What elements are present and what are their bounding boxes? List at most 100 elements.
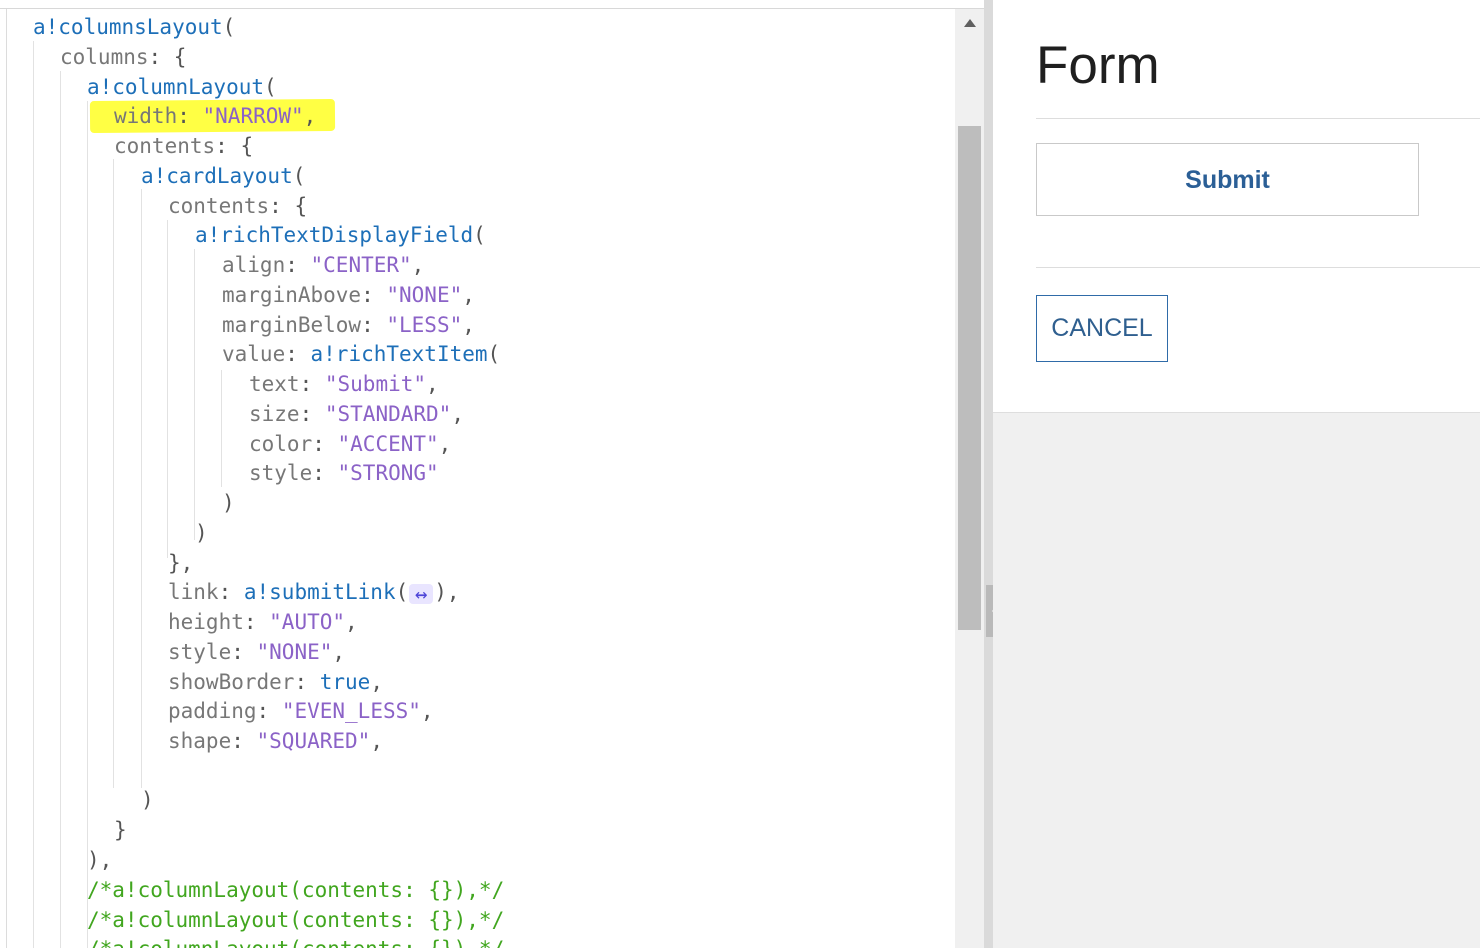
code-token-str: "AUTO" (269, 610, 346, 634)
form-title-divider (1036, 118, 1480, 119)
code-token-str: "NONE" (256, 640, 333, 664)
scrollbar-thumb[interactable] (958, 126, 981, 630)
code-token-key: link (168, 580, 219, 604)
indent-guide (60, 71, 61, 948)
code-line[interactable]: style: "STRONG" (249, 458, 439, 488)
preview-form-panel: Form Submit CANCEL (993, 0, 1480, 413)
form-title: Form (1036, 36, 1160, 95)
code-token-fn: a!submitLink (243, 580, 396, 604)
code-line[interactable]: text: "Submit", (249, 369, 439, 399)
code-token-str: "STRONG" (337, 461, 439, 485)
code-line[interactable]: a!columnLayout( (87, 72, 277, 102)
code-line[interactable]: /*a!columnLayout(contents: {}),*/ (87, 905, 504, 935)
code-token-punc: , (451, 402, 464, 426)
code-line[interactable]: }, (168, 548, 193, 578)
code-line[interactable]: width: "NARROW", (114, 101, 316, 131)
code-line[interactable]: ) (195, 518, 208, 548)
button-section-divider (1036, 267, 1480, 268)
code-token-key: shape (168, 729, 232, 753)
code-token-punc: ), (87, 848, 113, 872)
code-line[interactable]: height: "AUTO", (168, 607, 358, 637)
code-token-key: contents (168, 194, 270, 218)
code-token-punc: , (426, 372, 439, 396)
code-token-key: showBorder (168, 670, 295, 694)
code-line[interactable]: ), (87, 845, 112, 875)
code-token-punc: ( (395, 580, 409, 604)
code-token-key: size (249, 402, 300, 426)
code-line[interactable]: style: "NONE", (168, 637, 345, 667)
code-token-punc: , (462, 313, 475, 337)
code-line[interactable]: ) (222, 488, 235, 518)
code-line[interactable]: a!cardLayout( (141, 161, 305, 191)
code-token-punc: : (218, 580, 244, 604)
code-token-str: "CENTER" (310, 253, 412, 277)
code-token-punc: , (462, 283, 475, 307)
code-line[interactable]: columns: { (60, 42, 186, 72)
code-token-key: text (249, 372, 300, 396)
code-token-comment: /*a!columnLayout(contents: {}),*/ (87, 937, 504, 948)
code-line[interactable]: contents: { (168, 191, 307, 221)
code-line[interactable]: size: "STANDARD", (249, 399, 464, 429)
code-line[interactable]: shape: "SQUARED", (168, 726, 383, 756)
code-token-punc: : { (148, 45, 187, 69)
submit-label: Submit (1185, 166, 1270, 194)
code-token-punc: : { (269, 194, 308, 218)
code-token-key: align (222, 253, 286, 277)
code-line[interactable]: align: "CENTER", (222, 250, 424, 280)
code-token-bool: true (319, 670, 371, 694)
code-line[interactable]: a!richTextDisplayField( (195, 220, 486, 250)
indent-guide (167, 220, 168, 558)
indent-guide (33, 41, 34, 948)
code-line[interactable]: link: a!submitLink(↔), (168, 577, 460, 607)
code-token-punc: : (361, 283, 387, 307)
code-line[interactable]: padding: "EVEN_LESS", (168, 696, 434, 726)
code-token-punc: ( (292, 164, 306, 188)
code-token-fn: a!richTextDisplayField (195, 223, 474, 247)
code-token-punc: : (285, 342, 311, 366)
code-token-punc: , (438, 432, 452, 456)
code-token-key: columns (60, 45, 149, 69)
code-token-punc: : (299, 402, 325, 426)
code-line[interactable]: ) (141, 785, 154, 815)
code-token-punc: } (114, 818, 127, 842)
code-line[interactable]: } (114, 815, 127, 845)
code-line[interactable]: /*a!columnLayout(contents: {}),*/ (87, 875, 504, 905)
code-token-punc: : (299, 372, 325, 396)
code-line[interactable]: color: "ACCENT", (249, 429, 451, 459)
code-token-str: "NARROW" (202, 104, 304, 128)
code-token-punc: : (231, 640, 257, 664)
code-token-punc: , (420, 699, 434, 723)
preview-pane: Form Submit CANCEL (993, 0, 1480, 948)
code-token-str: "SQUARED" (256, 729, 371, 753)
code-token-fn: a!columnsLayout (33, 15, 223, 39)
code-editor[interactable]: a!columnsLayout(columns: {a!columnLayout… (0, 0, 984, 948)
code-token-punc: , (411, 253, 425, 277)
code-token-punc: , (332, 640, 346, 664)
indent-guide (221, 370, 222, 487)
indent-guide (87, 101, 88, 948)
code-token-key: contents (114, 134, 216, 158)
code-token-key: marginBelow (222, 313, 362, 337)
cancel-button[interactable]: CANCEL (1036, 295, 1168, 362)
code-line[interactable]: contents: { (114, 131, 253, 161)
code-token-punc: ) (222, 491, 235, 515)
scroll-up-icon[interactable] (964, 19, 976, 27)
code-line[interactable]: value: a!richTextItem( (222, 339, 500, 369)
code-line[interactable]: /*a!columnLayout(contents: {}),*/ (87, 934, 504, 948)
code-token-punc: ) (141, 788, 154, 812)
code-line[interactable]: marginBelow: "LESS", (222, 310, 475, 340)
code-line[interactable]: a!columnsLayout( (33, 12, 235, 42)
code-line[interactable]: showBorder: true, (168, 667, 383, 697)
code-token-punc: ) (195, 521, 208, 545)
editor-gutter (6, 9, 7, 948)
fold-expand-icon[interactable]: ↔ (409, 584, 434, 605)
code-token-punc: , (370, 670, 383, 694)
code-token-punc: : (177, 104, 203, 128)
code-token-punc: : (243, 610, 270, 634)
pane-splitter[interactable] (984, 0, 993, 948)
submit-card[interactable]: Submit (1036, 143, 1419, 216)
code-token-fn: a!richTextItem (310, 342, 488, 366)
code-token-punc: : (231, 729, 257, 753)
code-token-key: style (249, 461, 313, 485)
code-line[interactable]: marginAbove: "NONE", (222, 280, 475, 310)
